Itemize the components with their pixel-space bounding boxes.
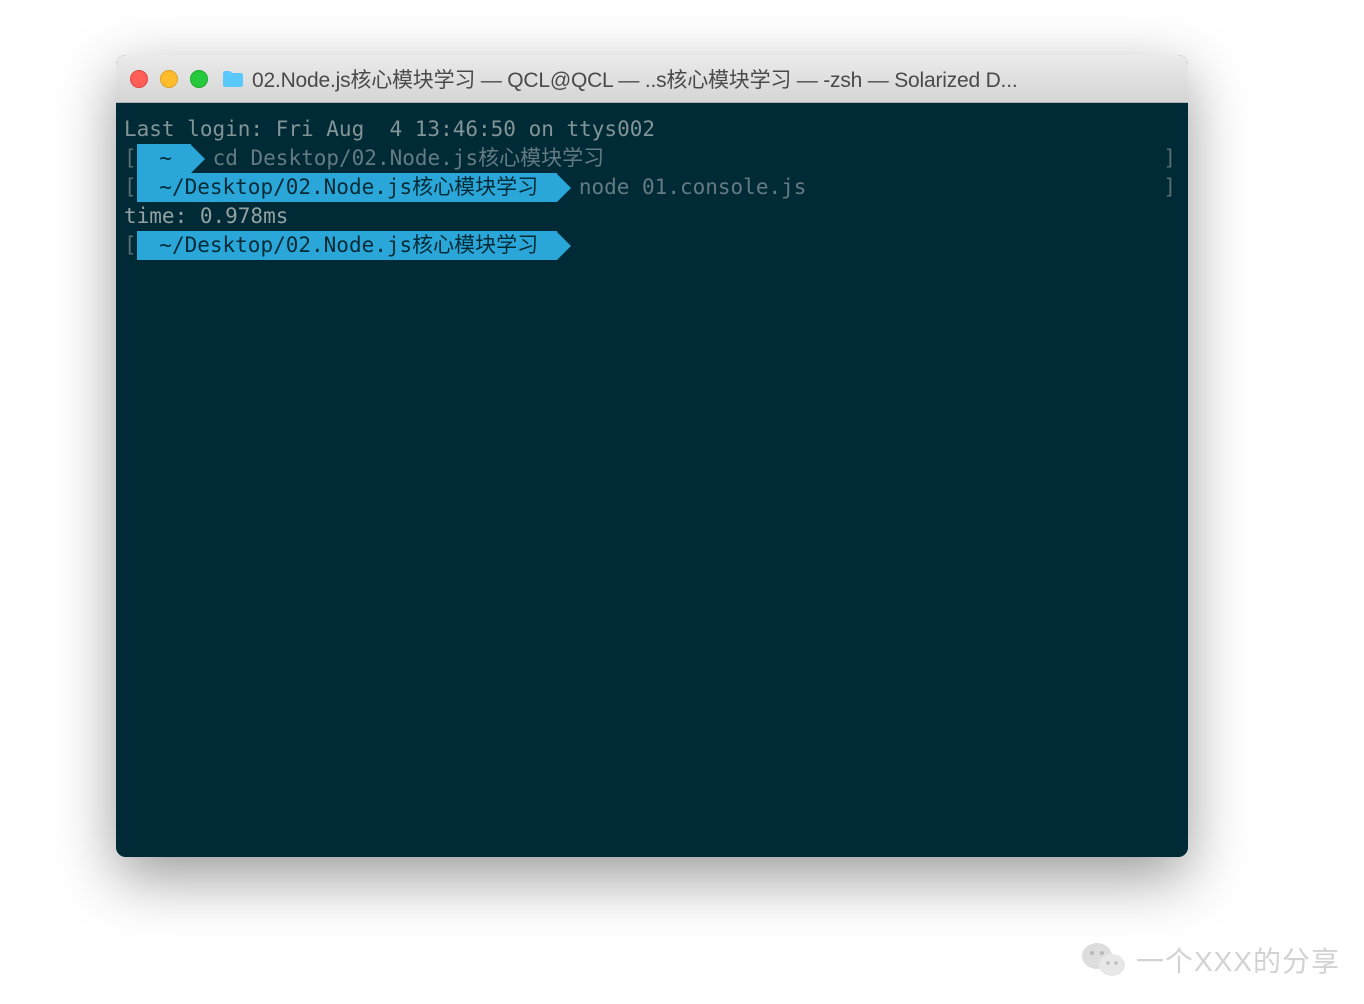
- command-line-1: [ ~ cd Desktop/02.Node.js核心模块学习 ]: [124, 144, 1180, 173]
- prompt-arrow-icon: [557, 174, 571, 202]
- command-text: cd Desktop/02.Node.js核心模块学习: [213, 144, 605, 173]
- titlebar-content: 02.Node.js核心模块学习 — QCL@QCL — ..s核心模块学习 —…: [222, 64, 1017, 94]
- watermark: 一个XXX的分享: [1082, 940, 1340, 980]
- last-login-line: Last login: Fri Aug 4 13:46:50 on ttys00…: [124, 115, 1180, 144]
- prompt-path: ~/Desktop/02.Node.js核心模块学习: [137, 173, 557, 202]
- bracket-left: [: [124, 144, 137, 173]
- minimize-button[interactable]: [160, 70, 178, 88]
- wechat-icon: [1082, 941, 1126, 979]
- folder-icon: [222, 70, 244, 88]
- last-login-text: Last login: Fri Aug 4 13:46:50 on ttys00…: [124, 115, 655, 144]
- bracket-right: ]: [1163, 144, 1180, 173]
- close-button[interactable]: [130, 70, 148, 88]
- window-titlebar: 02.Node.js核心模块学习 — QCL@QCL — ..s核心模块学习 —…: [116, 55, 1188, 103]
- terminal-body[interactable]: Last login: Fri Aug 4 13:46:50 on ttys00…: [116, 103, 1188, 857]
- prompt-arrow-icon: [191, 145, 205, 173]
- terminal-window: 02.Node.js核心模块学习 — QCL@QCL — ..s核心模块学习 —…: [116, 55, 1188, 857]
- prompt-path: ~: [137, 144, 191, 173]
- bracket-left: [: [124, 173, 137, 202]
- command-line-2: [ ~/Desktop/02.Node.js核心模块学习 node 01.con…: [124, 173, 1180, 202]
- prompt-path: ~/Desktop/02.Node.js核心模块学习: [137, 231, 557, 260]
- output-text: time: 0.978ms: [124, 202, 288, 231]
- traffic-lights: [130, 70, 208, 88]
- maximize-button[interactable]: [190, 70, 208, 88]
- window-title: 02.Node.js核心模块学习 — QCL@QCL — ..s核心模块学习 —…: [252, 64, 1017, 94]
- current-prompt-line: [ ~/Desktop/02.Node.js核心模块学习: [124, 231, 1180, 260]
- prompt-arrow-icon: [557, 232, 571, 260]
- command-text: node 01.console.js: [579, 173, 807, 202]
- watermark-text: 一个XXX的分享: [1136, 940, 1340, 980]
- bracket-right: ]: [1163, 173, 1180, 202]
- bracket-left: [: [124, 231, 137, 260]
- output-line: time: 0.978ms: [124, 202, 1180, 231]
